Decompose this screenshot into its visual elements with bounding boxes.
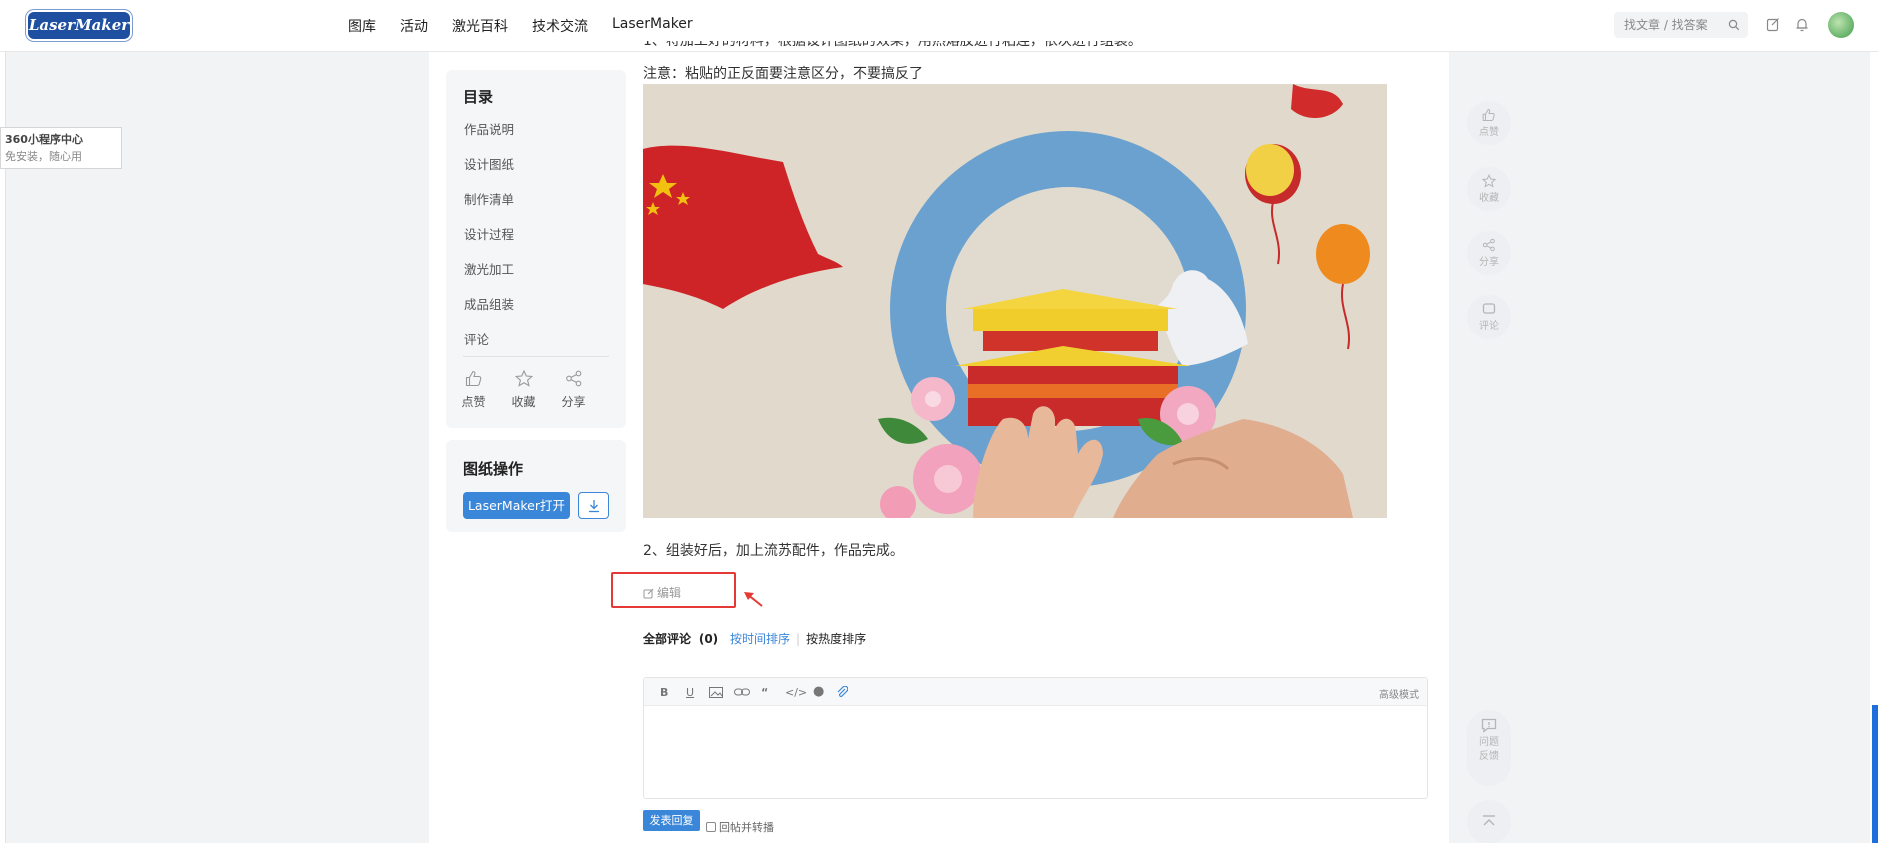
star-icon	[514, 370, 533, 387]
ops-title: 图纸操作	[463, 460, 524, 478]
sort-divider: |	[796, 632, 801, 646]
image-icon[interactable]	[709, 687, 723, 698]
toc-title: 目录	[463, 88, 494, 106]
star-icon	[1482, 174, 1496, 188]
article-step-1-text: 1、将加工好的材料，根据设计图纸的效果，用热熔胶进行粘连，依次进行组装。	[643, 41, 1142, 49]
comment-editor[interactable]: B U “ </> ● 高级模式	[643, 677, 1428, 799]
link-icon[interactable]	[734, 687, 750, 697]
float-comment-button[interactable]: 评论	[1467, 295, 1511, 339]
toc-item-design-process[interactable]: 设计过程	[464, 225, 514, 260]
quote-icon[interactable]: “	[761, 686, 768, 699]
share-icon	[565, 370, 581, 387]
user-avatar[interactable]	[1828, 12, 1854, 38]
bold-icon[interactable]: B	[660, 686, 668, 699]
toc-card: 目录 作品说明 设计图纸 制作清单 设计过程 激光加工 成品组装 评论 点赞 收…	[446, 70, 626, 428]
toc-item-description[interactable]: 作品说明	[464, 120, 514, 155]
thumbs-up-icon	[465, 370, 481, 387]
float-share-button[interactable]: 分享	[1467, 231, 1511, 275]
float-like-label: 点赞	[1479, 127, 1499, 138]
favorite-label: 收藏	[511, 395, 536, 409]
comments-header: 全部评论 (0) 按时间排序 | 按热度排序	[643, 630, 866, 647]
sort-by-time[interactable]: 按时间排序	[730, 632, 790, 646]
share-button[interactable]: 分享	[560, 370, 587, 410]
sort-by-popularity[interactable]: 按热度排序	[806, 632, 866, 646]
feedback-button[interactable]: 问题 反馈	[1467, 710, 1511, 786]
toc-item-materials[interactable]: 制作清单	[464, 190, 514, 225]
repost-label: 回帖并转播	[719, 821, 774, 834]
red-arrow-icon	[744, 592, 763, 607]
nav-link-gallery[interactable]: 图库	[348, 16, 376, 36]
emoji-icon[interactable]: ●	[813, 684, 824, 699]
assembly-photo	[643, 84, 1387, 518]
nav-link-lasermaker[interactable]: LaserMaker	[612, 16, 693, 36]
underline-icon[interactable]: U	[686, 686, 694, 699]
scrollbar-thumb[interactable]	[1872, 705, 1878, 843]
feedback-icon	[1481, 718, 1497, 733]
bell-icon[interactable]	[1795, 17, 1809, 32]
like-button[interactable]: 点赞	[460, 370, 487, 410]
article-note: 注意：粘贴的正反面要注意区分，不要搞反了	[643, 66, 923, 82]
nav-link-forum[interactable]: 技术交流	[532, 16, 588, 36]
open-in-lasermaker-button[interactable]: LaserMaker打开	[463, 492, 570, 519]
tooltip-title: 360小程序中心	[5, 133, 83, 146]
drawing-ops-card: 图纸操作 LaserMaker打开	[446, 440, 626, 532]
feedback-label-2: 反馈	[1479, 751, 1499, 762]
toc-list: 作品说明 设计图纸 制作清单 设计过程 激光加工 成品组装 评论	[464, 120, 514, 365]
share-icon	[1482, 238, 1495, 252]
nav-link-events[interactable]: 活动	[400, 16, 428, 36]
float-share-label: 分享	[1479, 257, 1499, 268]
thumbs-up-icon	[1482, 109, 1495, 121]
toc-divider	[463, 356, 609, 357]
article-step-2: 2、组装好后，加上流苏配件，作品完成。	[643, 543, 904, 559]
search-placeholder: 找文章 / 找答案	[1624, 18, 1708, 32]
share-label: 分享	[561, 395, 586, 409]
checkbox-box[interactable]	[706, 822, 716, 832]
code-icon[interactable]: </>	[785, 686, 807, 699]
like-label: 点赞	[461, 395, 486, 409]
editor-toolbar: B U “ </> ● 高级模式	[644, 678, 1427, 706]
nav-link-wiki[interactable]: 激光百科	[452, 16, 508, 36]
search-icon[interactable]	[1728, 19, 1740, 31]
download-button[interactable]	[578, 492, 609, 519]
toc-item-drawings[interactable]: 设计图纸	[464, 155, 514, 190]
edit-label: 编辑	[657, 586, 682, 600]
comment-icon	[1482, 303, 1496, 314]
nav-links: 图库 活动 激光百科 技术交流 LaserMaker	[348, 16, 693, 36]
attachment-icon[interactable]	[836, 686, 848, 698]
article-step-1: 1、将加工好的材料，根据设计图纸的效果，用热熔胶进行粘连，依次进行组装。	[643, 41, 1142, 55]
float-comment-label: 评论	[1479, 321, 1499, 332]
toc-item-assembly[interactable]: 成品组装	[464, 295, 514, 330]
toc-actions: 点赞 收藏 分享	[460, 370, 587, 410]
edit-link[interactable]: 编辑	[643, 584, 681, 601]
repost-checkbox[interactable]: 回帖并转播	[706, 819, 774, 835]
favorite-button[interactable]: 收藏	[510, 370, 537, 410]
float-favorite-label: 收藏	[1479, 193, 1499, 204]
download-icon	[589, 500, 599, 513]
search-input[interactable]: 找文章 / 找答案	[1614, 12, 1748, 38]
comments-count: (0)	[698, 632, 719, 646]
lasermaker-logo[interactable]: LaserMaker	[28, 12, 130, 39]
back-to-top-button[interactable]	[1467, 800, 1511, 843]
mini-program-tooltip[interactable]: 360小程序中心 免安装，随心用	[0, 127, 122, 169]
edit-icon	[643, 588, 654, 599]
tooltip-subtitle: 免安装，随心用	[5, 150, 82, 163]
left-edge-panel	[0, 52, 6, 843]
edit-note-icon[interactable]	[1766, 17, 1780, 32]
toc-item-comments[interactable]: 评论	[464, 330, 514, 365]
float-like-button[interactable]: 点赞	[1467, 101, 1511, 145]
float-favorite-button[interactable]: 收藏	[1467, 167, 1511, 211]
back-to-top-icon	[1483, 815, 1495, 826]
post-reply-button[interactable]: 发表回复	[643, 810, 700, 831]
comments-title: 全部评论	[643, 632, 692, 646]
toc-item-laser-processing[interactable]: 激光加工	[464, 260, 514, 295]
advanced-mode-link[interactable]: 高级模式	[1379, 686, 1419, 701]
feedback-label-1: 问题	[1479, 737, 1499, 748]
